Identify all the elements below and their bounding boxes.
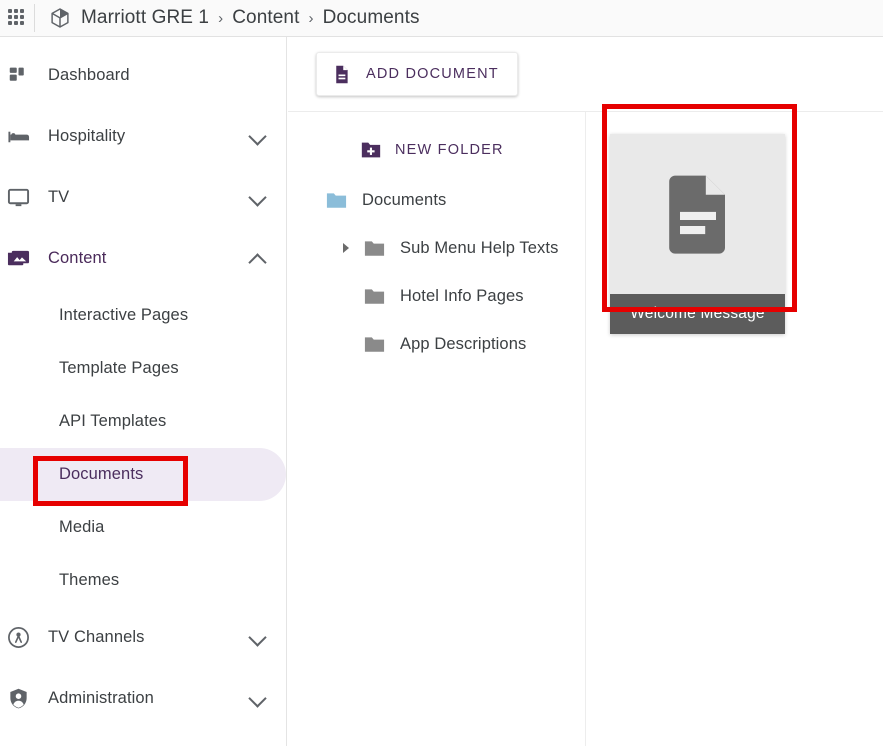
tree-node-app-descriptions[interactable]: App Descriptions	[288, 320, 585, 368]
tree-node-label: Sub Menu Help Texts	[400, 238, 559, 257]
tree-node-label: Documents	[362, 190, 447, 209]
apps-grid-icon[interactable]	[8, 9, 26, 27]
sidebar-subitem-label: Media	[59, 518, 105, 536]
broadcast-antenna-icon	[6, 626, 30, 650]
folder-icon	[364, 288, 385, 304]
sidebar-item-hospitality[interactable]: Hospitality	[0, 106, 286, 167]
sidebar: Dashboard Hospitality TV Content Interac…	[0, 37, 287, 746]
breadcrumb-item-property[interactable]: Marriott GRE 1	[81, 7, 209, 29]
sidebar-subitem-label: Template Pages	[59, 359, 179, 377]
breadcrumb: Marriott GRE 1 › Content › Documents	[81, 7, 420, 29]
chevron-down-icon[interactable]	[248, 688, 267, 708]
folder-icon	[326, 192, 347, 208]
tv-monitor-icon	[6, 186, 30, 210]
document-card-welcome-message[interactable]: Welcome Message	[610, 134, 785, 334]
breadcrumb-separator: ›	[218, 9, 224, 27]
sidebar-subitem-label: Interactive Pages	[59, 306, 189, 324]
bed-icon	[6, 125, 30, 149]
document-thumbnail	[610, 134, 785, 294]
main-content: ADD DOCUMENT NEW FOLDER Documents Sub Me…	[288, 37, 883, 746]
sidebar-subitem-label: Themes	[59, 571, 120, 589]
tree-node-hotel-info-pages[interactable]: Hotel Info Pages	[288, 272, 585, 320]
photo-library-icon	[6, 247, 30, 271]
sidebar-item-label: Content	[48, 249, 107, 267]
new-folder-button[interactable]: NEW FOLDER	[288, 124, 585, 176]
sidebar-item-label: Dashboard	[48, 66, 130, 84]
sidebar-item-label: TV Channels	[48, 628, 145, 646]
breadcrumb-separator: ›	[308, 9, 314, 27]
document-icon	[336, 65, 348, 83]
add-document-button[interactable]: ADD DOCUMENT	[316, 52, 518, 96]
app-root: Marriott GRE 1 › Content › Documents Das…	[0, 0, 883, 746]
tree-node-label: App Descriptions	[400, 334, 527, 353]
sidebar-item-template-pages[interactable]: Template Pages	[0, 342, 286, 395]
folder-tree-panel: NEW FOLDER Documents Sub Menu Help Texts	[288, 112, 586, 746]
dashboard-icon	[6, 64, 30, 88]
folder-icon	[364, 336, 385, 352]
sidebar-item-label: Hospitality	[48, 127, 126, 145]
sidebar-item-label: Administration	[48, 689, 154, 707]
top-header: Marriott GRE 1 › Content › Documents	[0, 0, 883, 37]
sidebar-item-administration[interactable]: Administration	[0, 668, 286, 729]
sidebar-item-tv[interactable]: TV	[0, 167, 286, 228]
sidebar-item-themes[interactable]: Themes	[0, 554, 286, 607]
sidebar-item-media[interactable]: Media	[0, 501, 286, 554]
document-card-title: Welcome Message	[610, 294, 785, 334]
sidebar-item-interactive-pages[interactable]: Interactive Pages	[0, 289, 286, 342]
tree-node-documents[interactable]: Documents	[288, 176, 585, 224]
chevron-up-icon[interactable]	[248, 252, 267, 272]
content-toolbar: ADD DOCUMENT	[288, 37, 883, 112]
document-grid: Welcome Message	[586, 112, 883, 746]
sidebar-subitem-label: Documents	[59, 465, 144, 483]
folder-plus-icon	[361, 142, 381, 158]
header-divider	[34, 4, 35, 32]
tree-node-label: Hotel Info Pages	[400, 286, 524, 305]
breadcrumb-item-documents[interactable]: Documents	[323, 7, 420, 29]
package-box-icon	[51, 8, 69, 28]
tree-node-sub-menu-help-texts[interactable]: Sub Menu Help Texts	[288, 224, 585, 272]
sidebar-item-api-templates[interactable]: API Templates	[0, 395, 286, 448]
sidebar-item-content[interactable]: Content	[0, 228, 286, 289]
document-file-icon	[668, 175, 725, 254]
chevron-down-icon[interactable]	[248, 627, 267, 647]
add-document-label: ADD DOCUMENT	[366, 66, 499, 82]
documents-workspace: NEW FOLDER Documents Sub Menu Help Texts	[288, 112, 883, 746]
sidebar-item-documents[interactable]: Documents	[0, 448, 286, 501]
new-folder-label: NEW FOLDER	[395, 142, 504, 158]
sidebar-item-label: TV	[48, 188, 70, 206]
sidebar-item-tv-channels[interactable]: TV Channels	[0, 607, 286, 668]
shield-person-icon	[6, 687, 30, 711]
breadcrumb-item-content[interactable]: Content	[232, 7, 299, 29]
chevron-right-icon[interactable]	[343, 243, 349, 253]
sidebar-subitem-label: API Templates	[59, 412, 167, 430]
sidebar-item-dashboard[interactable]: Dashboard	[0, 45, 286, 106]
chevron-down-icon[interactable]	[248, 187, 267, 207]
folder-icon	[364, 240, 385, 256]
chevron-down-icon[interactable]	[248, 126, 267, 146]
